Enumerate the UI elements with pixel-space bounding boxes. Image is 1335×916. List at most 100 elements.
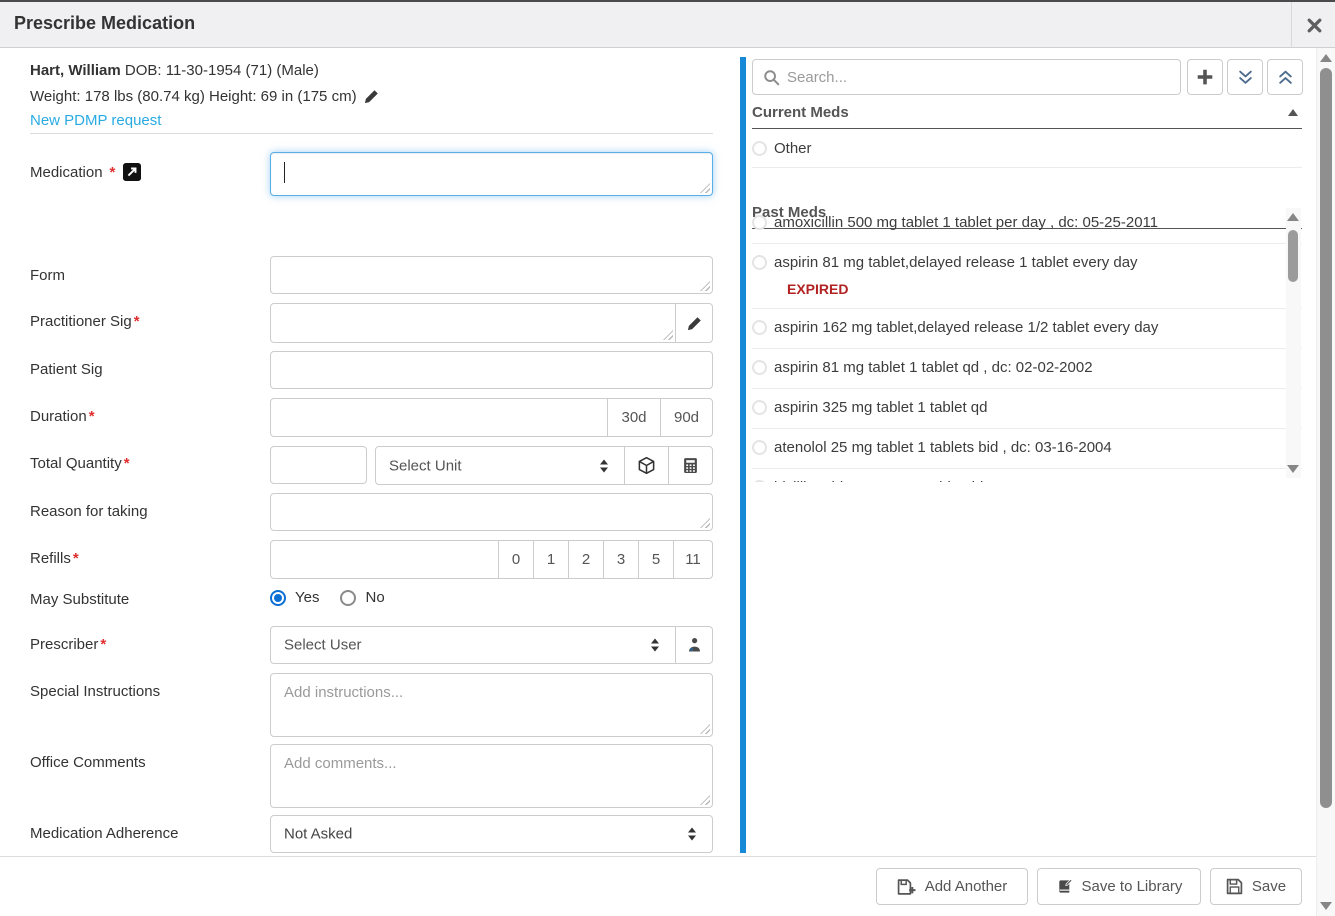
practitioner-sig-input[interactable] xyxy=(271,304,675,342)
pencil-icon xyxy=(687,316,702,331)
duration-input[interactable] xyxy=(271,399,607,436)
med-radio[interactable] xyxy=(752,320,767,335)
expand-all-button[interactable] xyxy=(1227,59,1263,95)
med-radio[interactable] xyxy=(752,480,767,482)
resize-handle[interactable] xyxy=(700,281,710,291)
past-meds-list: amoxicillin 500 mg tablet 1 tablet per d… xyxy=(752,204,1302,482)
current-meds-title: Current Meds xyxy=(752,104,849,121)
meds-panel-accent-bar xyxy=(740,57,746,853)
med-radio[interactable] xyxy=(752,255,767,270)
med-radio[interactable] xyxy=(752,360,767,375)
edit-metrics-pencil-icon[interactable] xyxy=(364,89,379,104)
patient-divider xyxy=(30,133,713,134)
new-pdmp-request-link[interactable]: New PDMP request xyxy=(30,112,161,129)
unit-package-button[interactable] xyxy=(624,447,668,484)
form-input[interactable] xyxy=(270,256,713,294)
close-button[interactable] xyxy=(1294,2,1334,48)
unit-select[interactable]: Select Unit xyxy=(376,447,624,484)
reason-label: Reason for taking xyxy=(30,503,148,520)
resize-handle[interactable] xyxy=(700,724,710,734)
unit-group: Select Unit xyxy=(375,446,713,485)
patient-name: Hart, William xyxy=(30,62,121,79)
duration-30d-button[interactable]: 30d xyxy=(607,399,660,436)
total-quantity-input[interactable] xyxy=(270,446,367,484)
past-med-item[interactable]: amoxicillin 500 mg tablet 1 tablet per d… xyxy=(752,204,1302,244)
med-radio[interactable] xyxy=(752,215,767,230)
special-instructions-input[interactable]: Add instructions... xyxy=(270,673,713,737)
past-med-item[interactable]: aspirin 81 mg tablet,delayed release 1 t… xyxy=(752,244,1302,309)
past-med-item[interactable]: bicillin tablet 250 mg 1 tablet tid xyxy=(752,469,1302,482)
resize-handle[interactable] xyxy=(663,330,673,340)
scroll-up-arrow[interactable] xyxy=(1287,213,1299,221)
med-radio[interactable] xyxy=(752,141,767,156)
past-med-item[interactable]: aspirin 325 mg tablet 1 tablet qd xyxy=(752,389,1302,429)
duration-90d-button[interactable]: 90d xyxy=(660,399,712,436)
select-caret-icon xyxy=(649,637,661,653)
prescriber-group: Select User xyxy=(270,626,713,664)
refills-1-button[interactable]: 1 xyxy=(533,541,568,578)
refills-5-button[interactable]: 5 xyxy=(638,541,673,578)
dialog-scrollbar[interactable] xyxy=(1316,48,1335,916)
may-substitute-no-radio[interactable] xyxy=(340,590,356,606)
add-medication-button[interactable] xyxy=(1187,59,1223,95)
scroll-down-arrow[interactable] xyxy=(1320,902,1332,910)
save-floppy-icon xyxy=(1226,878,1243,895)
med-radio[interactable] xyxy=(752,400,767,415)
total-quantity-label: Total Quantity* xyxy=(30,455,130,472)
select-caret-icon xyxy=(598,458,610,474)
past-med-item[interactable]: aspirin 81 mg tablet 1 tablet qd , dc: 0… xyxy=(752,349,1302,389)
unit-select-value: Select Unit xyxy=(389,457,462,474)
refills-group: 0 1 2 3 5 11 xyxy=(270,540,713,579)
current-med-item-other[interactable]: Other xyxy=(752,129,1302,168)
dialog-header: Prescribe Medication xyxy=(0,2,1335,48)
past-meds-scrollbar[interactable] xyxy=(1286,208,1301,478)
past-med-item[interactable]: aspirin 162 mg tablet,delayed release 1/… xyxy=(752,309,1302,349)
prescriber-user-button[interactable] xyxy=(675,627,712,663)
prescriber-select[interactable]: Select User xyxy=(271,627,675,663)
close-icon xyxy=(1306,17,1323,34)
scrollbar-thumb[interactable] xyxy=(1288,230,1298,282)
collapse-all-button[interactable] xyxy=(1267,59,1303,95)
med-text: aspirin 81 mg tablet,delayed release 1 t… xyxy=(774,252,1138,273)
add-another-button[interactable]: Add Another xyxy=(876,868,1028,905)
special-instructions-label: Special Instructions xyxy=(30,683,160,700)
med-radio[interactable] xyxy=(752,440,767,455)
resize-handle[interactable] xyxy=(700,518,710,528)
medication-input[interactable] xyxy=(270,152,713,196)
refills-11-button[interactable]: 11 xyxy=(673,541,712,578)
quantity-calculator-button[interactable] xyxy=(668,447,712,484)
may-substitute-yes-radio[interactable] xyxy=(270,590,286,606)
scrollbar-thumb[interactable] xyxy=(1320,68,1332,808)
patient-sig-input[interactable] xyxy=(270,351,713,389)
refills-input[interactable] xyxy=(271,541,498,578)
save-button[interactable]: Save xyxy=(1210,868,1302,905)
collapse-section-icon xyxy=(1288,109,1298,116)
refills-3-button[interactable]: 3 xyxy=(603,541,638,578)
meds-search-input[interactable]: Search... xyxy=(752,59,1181,95)
scroll-up-arrow[interactable] xyxy=(1320,54,1332,62)
library-book-icon xyxy=(1056,878,1073,895)
prescribe-medication-dialog: Prescribe Medication Hart, William DOB: … xyxy=(0,0,1335,916)
medication-adherence-label: Medication Adherence xyxy=(30,825,178,842)
practitioner-sig-edit-button[interactable] xyxy=(675,304,712,342)
current-meds-section-header[interactable]: Current Meds xyxy=(752,104,1302,129)
medication-label: Medication* xyxy=(30,163,141,181)
med-text: bicillin tablet 250 mg 1 tablet tid xyxy=(774,477,983,482)
save-to-library-label: Save to Library xyxy=(1082,878,1183,895)
patient-sig-label: Patient Sig xyxy=(30,361,103,378)
save-label: Save xyxy=(1252,878,1286,895)
office-comments-placeholder: Add comments... xyxy=(284,755,397,772)
reason-input[interactable] xyxy=(270,493,713,531)
resize-handle[interactable] xyxy=(700,183,710,193)
medication-lookup-icon[interactable] xyxy=(123,163,141,181)
refills-2-button[interactable]: 2 xyxy=(568,541,603,578)
may-substitute-options: Yes No xyxy=(270,589,385,606)
office-comments-input[interactable]: Add comments... xyxy=(270,744,713,808)
save-to-library-button[interactable]: Save to Library xyxy=(1037,868,1201,905)
medication-adherence-select[interactable]: Not Asked xyxy=(270,815,713,853)
scroll-down-arrow[interactable] xyxy=(1287,465,1299,473)
past-med-item[interactable]: atenolol 25 mg tablet 1 tablets bid , dc… xyxy=(752,429,1302,469)
refills-0-button[interactable]: 0 xyxy=(498,541,533,578)
resize-handle[interactable] xyxy=(700,795,710,805)
practitioner-sig-label: Practitioner Sig* xyxy=(30,313,140,330)
